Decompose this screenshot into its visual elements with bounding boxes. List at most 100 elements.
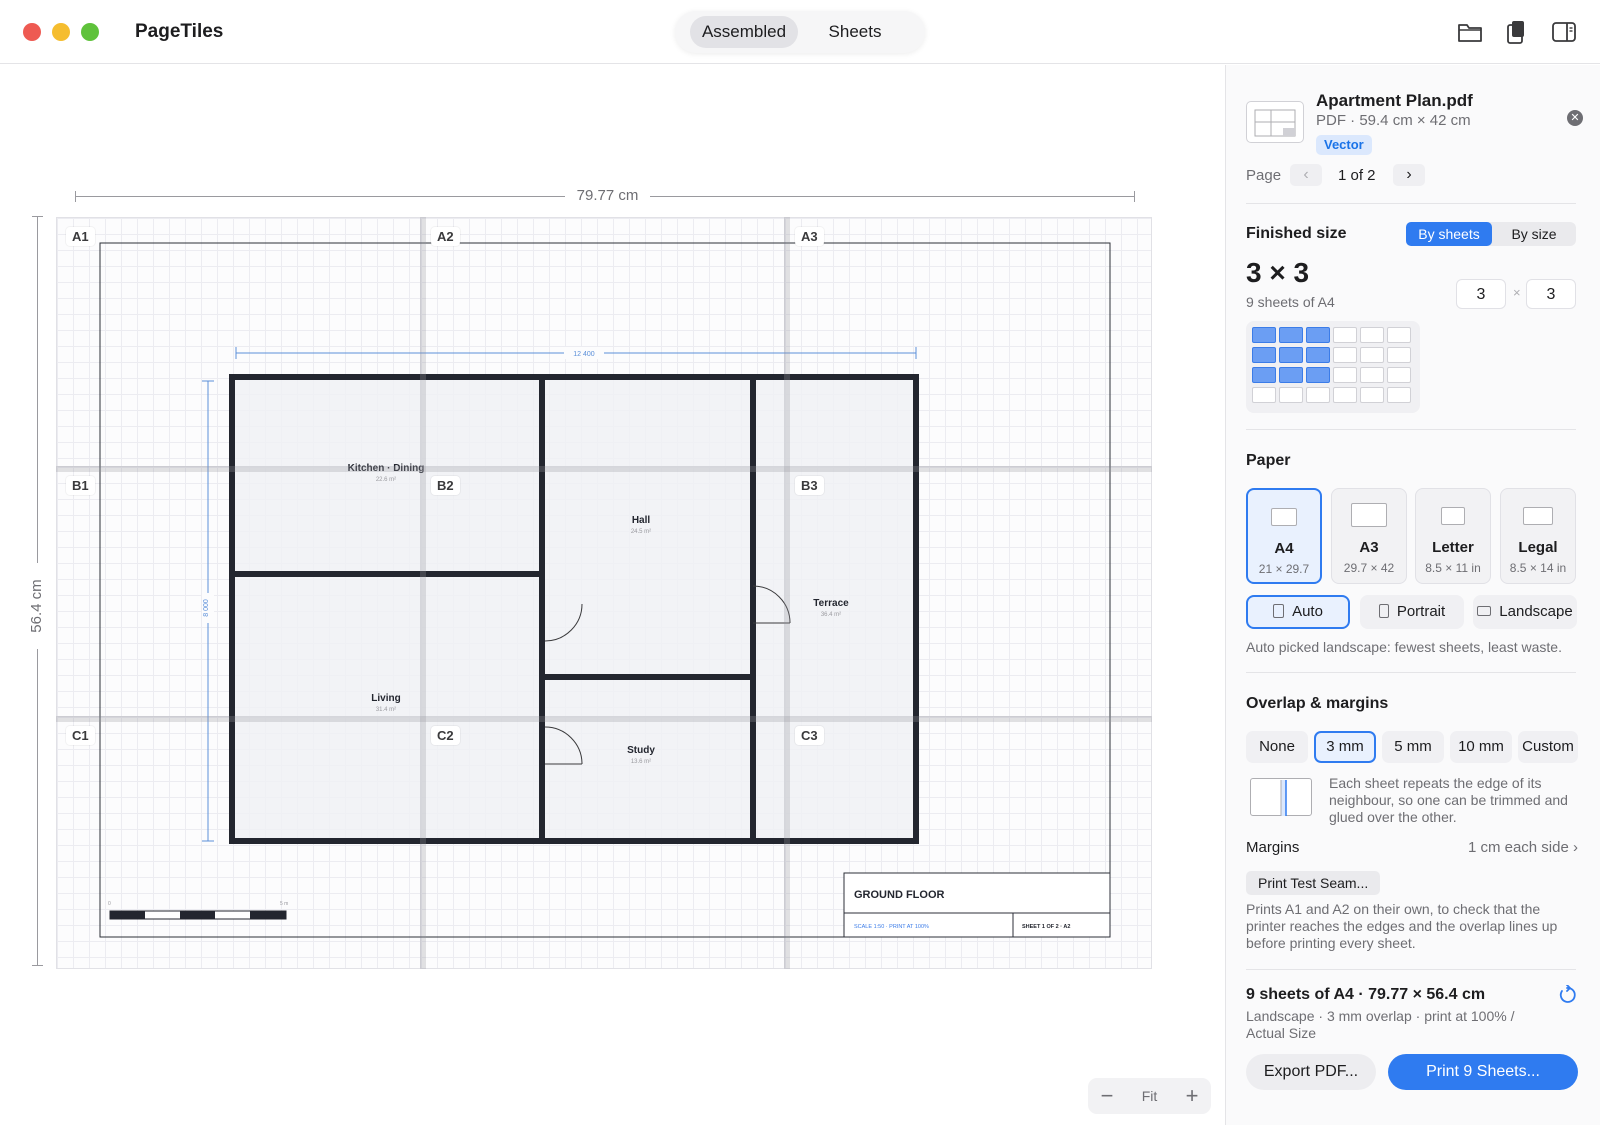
grid-cell[interactable] — [1387, 327, 1411, 343]
page-sizes-icon[interactable] — [1502, 19, 1530, 45]
previous-page-button[interactable]: ‹ — [1290, 164, 1322, 186]
orientation-portrait[interactable]: Portrait — [1360, 595, 1464, 629]
mode-by-sheets[interactable]: By sheets — [1406, 222, 1492, 246]
grid-cell[interactable] — [1279, 367, 1303, 383]
grid-cell[interactable] — [1360, 327, 1384, 343]
grid-cell[interactable] — [1279, 387, 1303, 403]
grid-cell[interactable] — [1360, 367, 1384, 383]
grid-cell[interactable] — [1252, 367, 1276, 383]
window-close-button[interactable] — [23, 23, 41, 41]
page-label: Page — [1246, 167, 1282, 184]
grid-cell[interactable] — [1360, 347, 1384, 363]
columns-field[interactable]: 3 — [1456, 279, 1506, 309]
print-test-seam-button[interactable]: Print Test Seam... — [1246, 871, 1381, 895]
auto-orientation-icon — [1273, 603, 1285, 618]
grid-cell[interactable] — [1360, 387, 1384, 403]
folder-icon[interactable] — [1456, 19, 1484, 45]
orientation-landscape[interactable]: Landscape — [1473, 595, 1577, 629]
sheet-label-b2: B2 — [431, 476, 460, 495]
plan-height-dimension: 8 000 — [203, 599, 210, 617]
margins-value[interactable]: 1 cm each side › — [1458, 839, 1578, 856]
svg-text:5 m: 5 m — [280, 901, 288, 907]
overlap-custom[interactable]: Custom — [1518, 731, 1578, 763]
sheet-count-label: 9 sheets of A4 — [1246, 294, 1335, 310]
zoom-control: − Fit + — [1088, 1078, 1211, 1114]
paper-option-legal[interactable]: Legal 8.5 × 14 in — [1500, 488, 1576, 584]
inspector-sidebar: Apartment Plan.pdf PDF · 59.4 cm × 42 cm… — [1225, 65, 1600, 1125]
times-label: × — [1513, 285, 1521, 300]
grid-cell[interactable] — [1306, 367, 1330, 383]
overlap-10mm[interactable]: 10 mm — [1450, 731, 1512, 763]
paper-option-a4[interactable]: A4 21 × 29.7 — [1246, 488, 1322, 584]
test-seam-note: Prints A1 and A2 on their own, to check … — [1246, 901, 1558, 951]
grid-picker[interactable] — [1246, 321, 1420, 413]
next-page-button[interactable]: › — [1393, 164, 1425, 186]
sheet-label-a1: A1 — [66, 227, 95, 246]
grid-cell[interactable] — [1333, 387, 1357, 403]
grid-cell[interactable] — [1387, 387, 1411, 403]
sheet-label-a3: A3 — [795, 227, 824, 246]
export-pdf-button[interactable]: Export PDF... — [1246, 1054, 1376, 1090]
chevron-right-icon: › — [1406, 166, 1412, 183]
room-area: 22.6 m² — [376, 477, 396, 483]
portrait-icon — [1378, 603, 1389, 618]
window-minimize-button[interactable] — [52, 23, 70, 41]
grid-cell[interactable] — [1333, 327, 1357, 343]
title-block: GROUND FLOOR SCALE 1:50 · PRINT AT 100% … — [843, 872, 1111, 938]
print-sheets-button[interactable]: Print 9 Sheets... — [1388, 1054, 1578, 1090]
orientation-auto[interactable]: Auto — [1246, 595, 1350, 629]
divider — [1246, 203, 1576, 204]
overlap-none[interactable]: None — [1246, 731, 1308, 763]
finished-size-title: Finished size — [1246, 225, 1347, 242]
overlap-3mm[interactable]: 3 mm — [1314, 731, 1376, 763]
grid-cell[interactable] — [1387, 367, 1411, 383]
landscape-icon — [1477, 605, 1492, 616]
grid-cell[interactable] — [1252, 387, 1276, 403]
window-zoom-button[interactable] — [81, 23, 99, 41]
title-block-scale: SCALE 1:50 · PRINT AT 100% — [854, 924, 929, 930]
sheet-label-c3: C3 — [795, 726, 824, 745]
grid-cell[interactable] — [1252, 327, 1276, 343]
page-indicator: 1 of 2 — [1338, 167, 1376, 184]
size-mode-switcher: By sheets By size — [1406, 222, 1576, 246]
grid-cell[interactable] — [1252, 347, 1276, 363]
grid-cell[interactable] — [1306, 327, 1330, 343]
overlap-5mm[interactable]: 5 mm — [1382, 731, 1444, 763]
sheet-label-c2: C2 — [431, 726, 460, 745]
mode-by-size[interactable]: By size — [1492, 222, 1576, 246]
overlap-note: Each sheet repeats the edge of its neigh… — [1329, 775, 1568, 825]
grid-cell[interactable] — [1333, 347, 1357, 363]
divider — [1246, 429, 1576, 430]
grid-cell[interactable] — [1279, 327, 1303, 343]
room-label: Living — [371, 693, 400, 704]
zoom-in-button[interactable]: + — [1173, 1078, 1211, 1114]
close-file-icon[interactable]: ✕ — [1567, 110, 1583, 126]
sheet-label-c1: C1 — [66, 726, 95, 745]
view-switcher: Assembled Sheets — [675, 11, 925, 53]
tab-assembled[interactable]: Assembled — [690, 16, 798, 48]
paper-option-a3[interactable]: A3 29.7 × 42 — [1331, 488, 1407, 584]
paper-option-letter[interactable]: Letter 8.5 × 11 in — [1415, 488, 1491, 584]
assembled-canvas[interactable]: 79.77 cm 56.4 cm 12 400 8 000 Kitchen · … — [0, 65, 1224, 1125]
total-height-label: 56.4 cm — [27, 563, 47, 649]
zoom-out-button[interactable]: − — [1088, 1078, 1126, 1114]
summary-title: 9 sheets of A4 · 79.77 × 56.4 cm — [1246, 986, 1486, 1003]
grid-cell[interactable] — [1333, 367, 1357, 383]
rows-field[interactable]: 3 — [1526, 279, 1576, 309]
reset-icon[interactable] — [1557, 984, 1577, 1005]
svg-text:0: 0 — [108, 901, 111, 907]
floor-plan-drawing: 12 400 8 000 Kitchen · Dining 22.6 m² Ha… — [99, 242, 1111, 938]
grid-cell[interactable] — [1387, 347, 1411, 363]
tab-sheets[interactable]: Sheets — [808, 16, 902, 48]
grid-cell[interactable] — [1279, 347, 1303, 363]
room-area: 13.6 m² — [631, 759, 651, 765]
overlap-seam-horizontal — [56, 466, 1152, 472]
grid-cell[interactable] — [1306, 347, 1330, 363]
sheet-label-a2: A2 — [431, 227, 460, 246]
zoom-fit-button[interactable]: Fit — [1126, 1078, 1173, 1114]
title-block-sheet: SHEET 1 OF 2 · A2 — [1022, 924, 1070, 930]
grid-cell[interactable] — [1306, 387, 1330, 403]
vector-badge: Vector — [1316, 135, 1372, 155]
file-name: Apartment Plan.pdf — [1316, 91, 1473, 110]
sidebar-toggle-icon[interactable] — [1550, 19, 1578, 45]
